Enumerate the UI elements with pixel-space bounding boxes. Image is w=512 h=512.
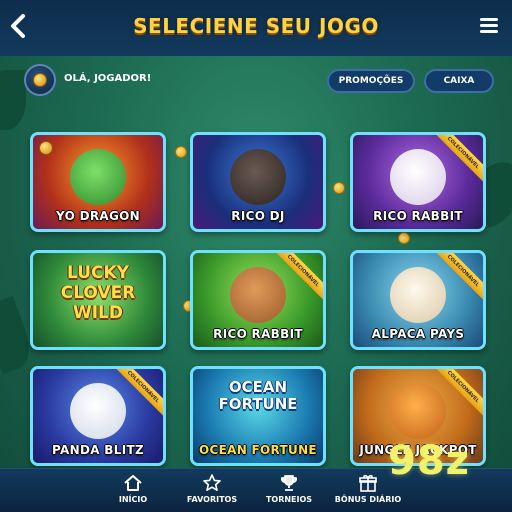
game-logo-text: OCEAN FORTUNE bbox=[218, 378, 298, 413]
panda-mascot-image bbox=[70, 383, 126, 439]
coin-icon bbox=[39, 141, 53, 155]
menu-icon bbox=[480, 18, 498, 21]
game-card-alpaca-pays[interactable]: COLECIONÁVEL ALPACA PAYS bbox=[350, 250, 486, 350]
game-title: YO DRAGON bbox=[56, 209, 140, 223]
game-card-yo-dragon[interactable]: YO DRAGON bbox=[30, 132, 166, 232]
promotions-button[interactable]: PROMOÇÕES bbox=[327, 69, 415, 93]
bear-mascot-image bbox=[230, 267, 286, 323]
game-card-rico-rabbit[interactable]: COLECIONÁVEL RICO RABBIT bbox=[350, 132, 486, 232]
alpaca-mascot-image bbox=[390, 267, 446, 323]
home-icon bbox=[124, 475, 142, 491]
star-icon bbox=[203, 474, 221, 491]
game-title: PANDA BLITZ bbox=[52, 443, 144, 457]
page-title: SELECIENE SEU JOGO bbox=[133, 14, 379, 38]
game-card-lucky-clover-wild[interactable]: LUCKY CLOVER WILD bbox=[30, 250, 166, 350]
game-card-rico-rabbit-2[interactable]: COLECIONÁVEL RICO RABBIT bbox=[190, 250, 326, 350]
lion-mascot-image bbox=[390, 383, 446, 439]
gift-icon bbox=[359, 474, 377, 492]
nav-home[interactable]: INÍCIO bbox=[88, 473, 178, 504]
game-card-panda-blitz[interactable]: COLECIONÁVEL PANDA BLITZ bbox=[30, 366, 166, 466]
game-card-ocean-fortune[interactable]: OCEAN FORTUNE OCEAN FORTUNE bbox=[190, 366, 326, 466]
rabbit-mascot-image bbox=[390, 149, 446, 205]
game-title: RICO DJ bbox=[231, 209, 285, 223]
greeting-text: OLÁ, JOGADOR! bbox=[64, 73, 152, 84]
nav-tournaments[interactable]: TORNEIOS bbox=[244, 473, 334, 504]
coin-icon bbox=[33, 73, 47, 87]
game-logo-text: LUCKY CLOVER WILD bbox=[60, 263, 136, 323]
coin-decoration bbox=[333, 182, 345, 194]
leaf-decoration bbox=[0, 70, 26, 130]
cashier-button[interactable]: CAIXA bbox=[424, 69, 494, 93]
game-title: RICO RABBIT bbox=[373, 209, 463, 223]
coin-decoration bbox=[398, 232, 410, 244]
game-card-rico-dj[interactable]: RICO DJ bbox=[190, 132, 326, 232]
game-title: OCEAN FORTUNE bbox=[199, 443, 317, 457]
coin-decoration bbox=[175, 146, 187, 158]
avatar[interactable] bbox=[24, 64, 56, 96]
brand-watermark: 98z bbox=[388, 438, 470, 484]
trophy-icon bbox=[280, 475, 298, 491]
top-bar: SELECIENE SEU JOGO bbox=[0, 0, 512, 56]
game-title: ALPACA PAYS bbox=[371, 327, 465, 341]
dragon-mascot-image bbox=[70, 149, 126, 205]
gorilla-dj-mascot-image bbox=[230, 149, 286, 205]
game-title: RICO RABBIT bbox=[213, 327, 303, 341]
hamburger-menu-button[interactable] bbox=[480, 18, 498, 34]
